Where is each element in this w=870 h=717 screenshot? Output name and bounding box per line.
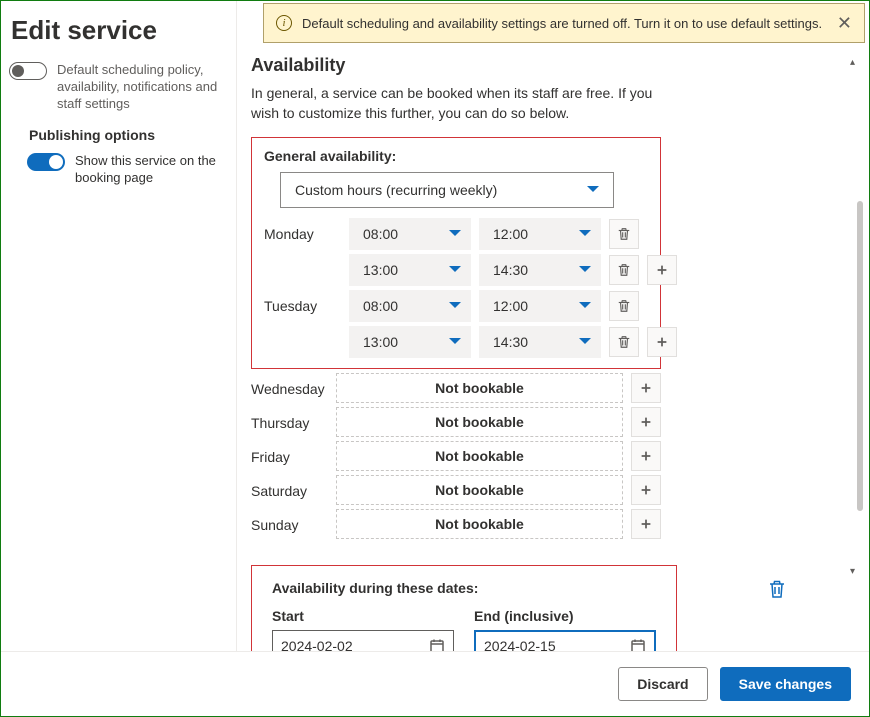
discard-button[interactable]: Discard <box>618 667 707 701</box>
not-bookable-row: ThursdayNot bookable <box>251 407 661 437</box>
publishing-heading: Publishing options <box>29 127 218 143</box>
show-on-page-label: Show this service on the booking page <box>75 153 218 187</box>
end-time-select[interactable]: 12:00 <box>479 290 601 322</box>
not-bookable-row: SaturdayNot bookable <box>251 475 661 505</box>
collapse-caret-icon[interactable]: ▴ <box>850 57 855 68</box>
time-slot-row: 13:0014:30 <box>349 326 677 358</box>
chevron-down-icon <box>579 266 591 274</box>
not-bookable-row: FridayNot bookable <box>251 441 661 471</box>
add-slot-button[interactable] <box>631 509 661 539</box>
chevron-down-icon <box>579 230 591 238</box>
day-slots: 08:0012:0013:0014:30 <box>349 218 677 286</box>
not-bookable-row: WednesdayNot bookable <box>251 373 661 403</box>
day-label: Thursday <box>251 407 336 437</box>
end-time-select[interactable]: 12:00 <box>479 218 601 250</box>
sidebar: Edit service Default scheduling policy, … <box>1 1 237 651</box>
main-panel: ▴ Availability In general, a service can… <box>237 1 869 651</box>
day-label: Sunday <box>251 509 336 539</box>
not-bookable-field: Not bookable <box>336 509 623 539</box>
delete-slot-button[interactable] <box>609 291 639 321</box>
time-slot-row: 13:0014:30 <box>349 254 677 286</box>
delete-slot-button[interactable] <box>609 219 639 249</box>
general-availability-box: General availability: Custom hours (recu… <box>251 137 661 369</box>
time-slot-row: 08:0012:00 <box>349 218 677 250</box>
add-slot-button[interactable] <box>647 327 677 357</box>
end-time-select[interactable]: 14:30 <box>479 326 601 358</box>
delete-date-range-button[interactable] <box>767 579 787 602</box>
day-label: Friday <box>251 441 336 471</box>
day-label: Saturday <box>251 475 336 505</box>
general-availability-heading: General availability: <box>264 148 648 164</box>
time-slot-row: 08:0012:00 <box>349 290 677 322</box>
day-label: Monday <box>264 218 349 286</box>
footer: Discard Save changes <box>1 651 869 715</box>
chevron-down-icon <box>449 230 461 238</box>
date-range-section: Availability during these dates: Start 2… <box>251 565 843 651</box>
day-label: Wednesday <box>251 373 336 403</box>
not-bookable-row: SundayNot bookable <box>251 509 661 539</box>
delete-slot-button[interactable] <box>609 255 639 285</box>
defaults-toggle[interactable] <box>9 62 47 80</box>
defaults-toggle-row: Default scheduling policy, availability,… <box>9 62 218 113</box>
start-date-input[interactable]: 2024-02-02 <box>272 630 454 651</box>
chevron-down-icon <box>579 302 591 310</box>
chevron-down-icon <box>449 266 461 274</box>
start-time-select[interactable]: 13:00 <box>349 254 471 286</box>
end-date-input[interactable]: 2024-02-15 <box>474 630 656 651</box>
add-slot-button[interactable] <box>647 255 677 285</box>
add-slot-button[interactable] <box>631 475 661 505</box>
start-date-label: Start <box>272 608 454 624</box>
not-bookable-field: Not bookable <box>336 475 623 505</box>
page-title: Edit service <box>11 15 218 46</box>
delete-slot-button[interactable] <box>609 327 639 357</box>
date-range-box: Availability during these dates: Start 2… <box>251 565 677 651</box>
chevron-down-icon <box>587 186 599 194</box>
save-button[interactable]: Save changes <box>720 667 851 701</box>
expand-caret-icon[interactable]: ▾ <box>850 566 855 577</box>
not-bookable-field: Not bookable <box>336 373 623 403</box>
start-time-select[interactable]: 08:00 <box>349 290 471 322</box>
day-slots: 08:0012:0013:0014:30 <box>349 290 677 358</box>
calendar-icon <box>630 638 646 651</box>
defaults-toggle-label: Default scheduling policy, availability,… <box>57 62 218 113</box>
availability-type-value: Custom hours (recurring weekly) <box>295 182 497 198</box>
not-bookable-field: Not bookable <box>336 407 623 437</box>
day-label: Tuesday <box>264 290 349 358</box>
chevron-down-icon <box>579 338 591 346</box>
date-range-heading: Availability during these dates: <box>272 580 656 596</box>
chevron-down-icon <box>449 338 461 346</box>
add-slot-button[interactable] <box>631 441 661 471</box>
start-time-select[interactable]: 08:00 <box>349 218 471 250</box>
calendar-icon <box>429 638 445 651</box>
availability-intro: In general, a service can be booked when… <box>251 84 661 123</box>
end-date-label: End (inclusive) <box>474 608 656 624</box>
show-on-page-row: Show this service on the booking page <box>27 153 218 187</box>
scrollbar[interactable] <box>857 201 863 511</box>
availability-type-select[interactable]: Custom hours (recurring weekly) <box>280 172 614 208</box>
end-time-select[interactable]: 14:30 <box>479 254 601 286</box>
end-date-value: 2024-02-15 <box>484 638 556 651</box>
availability-heading: Availability <box>251 55 843 76</box>
not-bookable-field: Not bookable <box>336 441 623 471</box>
add-slot-button[interactable] <box>631 373 661 403</box>
show-on-page-toggle[interactable] <box>27 153 65 171</box>
start-time-select[interactable]: 13:00 <box>349 326 471 358</box>
add-slot-button[interactable] <box>631 407 661 437</box>
start-date-value: 2024-02-02 <box>281 638 353 651</box>
chevron-down-icon <box>449 302 461 310</box>
